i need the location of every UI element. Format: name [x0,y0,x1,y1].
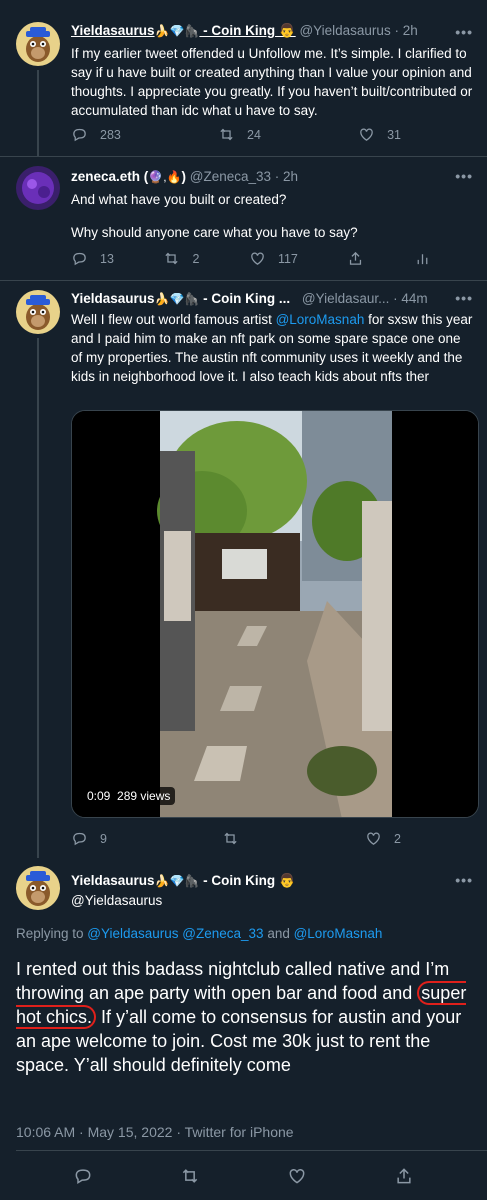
main-tweet-header: Yieldasaurus🍌💎🦍 - Coin King 👨 [71,872,473,890]
divider [16,1150,487,1151]
reply-button[interactable]: 13 [71,250,114,267]
heart-icon[interactable] [287,1166,307,1186]
replying-to: Replying to @Yieldasaurus @Zeneca_33 and… [16,926,383,941]
author-suffix[interactable]: - Coin King 👨 [199,873,296,888]
analytics-icon [417,254,428,265]
badge-emojis: 🍌💎🦍 [154,874,200,888]
video-player[interactable]: 0:09 289 views [71,410,479,818]
retweet-button[interactable]: 24 [218,126,261,143]
reply-count: 283 [100,127,121,142]
retweet-icon [220,128,233,141]
author-suffix[interactable]: - Coin King 👨 [199,23,296,38]
tweet-header: zeneca.eth (🔮,🔥) @Zeneca_33 · 2h [71,168,473,186]
more-options-icon[interactable]: ••• [455,168,473,184]
main-tweet-text: I rented out this badass nightclub calle… [16,959,467,1075]
reply-button[interactable]: 283 [71,126,121,143]
retweet-button[interactable] [222,830,251,847]
thread-line [37,70,39,156]
analytics-button[interactable] [414,250,431,267]
badge-emojis: 🔮,🔥 [148,170,182,184]
more-options-icon[interactable]: ••• [455,872,473,888]
author-handle[interactable]: @Yieldasaurus [299,23,390,38]
author-handle[interactable]: @Yieldasaur... [302,291,390,306]
video-time: 0:09 [87,789,111,803]
reply-icon[interactable] [73,1166,93,1186]
reply-button[interactable]: 9 [71,830,107,847]
divider [0,280,487,281]
tweet-header: Yieldasaurus🍌💎🦍 - Coin King 👨 @Yieldasau… [71,22,473,40]
ape-avatar-icon [16,290,60,334]
tweet-text-line-2: Why should anyone care what you have to … [71,225,358,240]
video-frame [72,411,478,817]
like-button[interactable]: 31 [358,126,401,143]
ape-avatar-icon [16,866,60,910]
more-options-icon[interactable]: ••• [455,24,473,40]
more-options-icon[interactable]: ••• [455,290,473,306]
author-name[interactable]: Yieldasaurus [71,23,155,38]
like-count: 117 [277,251,298,266]
avatar[interactable] [16,22,60,66]
author-name[interactable]: zeneca.eth ( [71,169,148,184]
like-button[interactable]: 2 [365,830,401,847]
mention-link[interactable]: @LoroMasnah [276,312,365,327]
video-stats: 0:09 289 views [82,787,176,805]
timestamp[interactable]: · 2h [394,23,417,38]
tweet-text: If my earlier tweet offended u Unfollow … [71,46,473,118]
badge-emojis: 🍌💎🦍 [154,292,200,306]
reply-icon [73,252,86,266]
heart-icon [360,128,373,141]
tweet-header: Yieldasaurus🍌💎🦍 - Coin King ... @Yieldas… [71,290,473,308]
author-handle[interactable]: @Zeneca_33 [190,169,271,184]
heart-icon [367,832,380,845]
tweet-text-line-1: And what have you built or created? [71,192,287,207]
retweet-icon [165,252,179,265]
share-icon[interactable] [394,1166,414,1186]
author-suffix[interactable]: - Coin King ... [199,291,290,306]
reply-count: 13 [100,251,114,266]
main-actions-bar [0,1166,487,1186]
avatar[interactable] [16,166,60,210]
avatar[interactable] [16,290,60,334]
retweet-count: 2 [192,251,200,266]
retweet-count: 24 [247,127,261,142]
ape-avatar-icon [16,22,60,66]
like-count: 2 [394,831,401,846]
purple-avatar-icon [16,166,60,210]
heart-icon [251,252,264,265]
reply-count: 9 [100,831,107,846]
thread-line [37,338,39,858]
share-button[interactable] [347,250,364,267]
author-name[interactable]: Yieldasaurus [71,873,155,888]
tweet-text: Well I flew out world famous artist @Lor… [71,312,473,384]
author-suffix[interactable]: ) [182,169,187,184]
like-button[interactable]: 117 [249,250,298,267]
replying-mentions[interactable]: @Yieldasaurus @Zeneca_33 [87,926,263,941]
timestamp[interactable]: · 44m [393,291,428,306]
author-name[interactable]: Yieldasaurus [71,291,155,306]
video-views: 289 views [117,789,171,803]
like-count: 31 [387,127,401,142]
replying-mention-last[interactable]: @LoroMasnah [294,926,383,941]
tweet-meta: 10:06 AM · May 15, 2022 · Twitter for iP… [16,1124,294,1140]
badge-emojis: 🍌💎🦍 [154,24,200,38]
reply-icon [73,832,86,846]
divider [0,156,487,157]
retweet-icon [223,832,237,845]
reply-icon [73,128,86,142]
timestamp[interactable]: · 2h [275,169,298,184]
retweet-icon[interactable] [180,1166,200,1186]
main-avatar[interactable] [16,866,60,910]
share-icon [350,251,362,265]
retweet-button[interactable]: 2 [163,250,199,267]
author-handle[interactable]: @Yieldasaurus [71,892,473,910]
